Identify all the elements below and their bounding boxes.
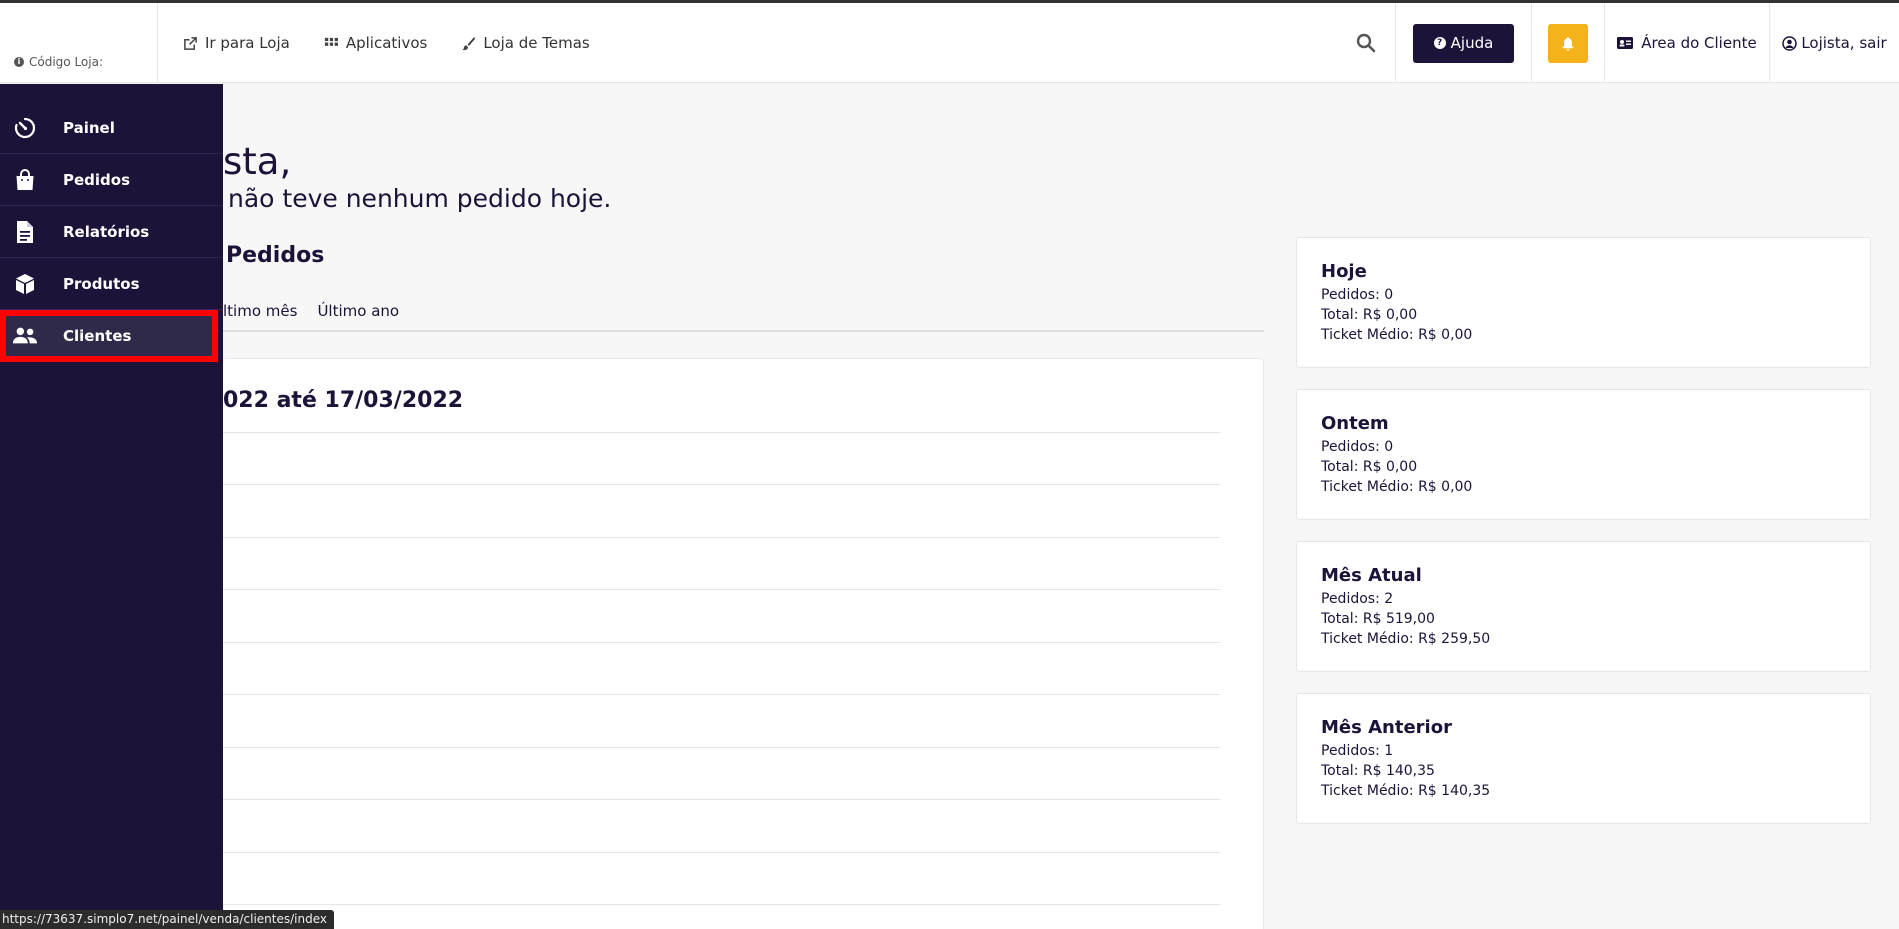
document-icon <box>12 219 38 245</box>
user-label: Lojista, sair <box>1801 34 1887 52</box>
sidebar: Painel Pedidos Relatórios Produtos Clien… <box>0 84 223 929</box>
link-label: Aplicativos <box>345 34 428 52</box>
period-filters: ltimo mês Último ano <box>223 302 1264 332</box>
notifications-container <box>1532 3 1605 83</box>
search-icon <box>1356 33 1375 53</box>
sidebar-item-pedidos[interactable]: Pedidos <box>0 154 223 206</box>
card-average-ticket: Ticket Médio: R$ 0,00 <box>1321 327 1473 343</box>
store-code: i Código Loja: <box>14 55 103 69</box>
card-orders: Pedidos: 0 <box>1321 439 1394 455</box>
sidebar-item-clientes[interactable]: Clientes <box>0 310 218 362</box>
sidebar-item-produtos[interactable]: Produtos <box>0 258 223 310</box>
grid-line <box>223 852 1220 853</box>
question-circle-icon: ? <box>1433 37 1446 49</box>
link-loja-de-temas[interactable]: Loja de Temas <box>461 34 590 52</box>
grid-icon <box>324 37 338 46</box>
link-status-bar: https://73637.simplo7.net/painel/venda/c… <box>0 910 334 929</box>
user-circle-icon <box>1782 35 1798 51</box>
help-label: Ajuda <box>1450 34 1494 52</box>
link-label: Loja de Temas <box>483 34 590 52</box>
greeting-subtitle: não teve nenhum pedido hoje. <box>228 184 612 213</box>
sidebar-item-label: Relatórios <box>63 222 150 241</box>
link-label: Ir para Loja <box>205 34 290 52</box>
sidebar-item-label: Produtos <box>63 274 140 293</box>
brush-icon <box>462 36 476 50</box>
link-aplicativos[interactable]: Aplicativos <box>324 34 427 52</box>
sidebar-item-label: Pedidos <box>63 170 131 189</box>
date-range: 022 até 17/03/2022 <box>223 388 464 413</box>
orders-chart-panel: 022 até 17/03/2022 <box>223 358 1264 929</box>
summary-card-ontem: Ontem Pedidos: 0 Total: R$ 0,00 Ticket M… <box>1296 389 1871 520</box>
card-title: Mês Anterior <box>1321 717 1452 738</box>
sidebar-item-painel[interactable]: Painel <box>0 102 223 154</box>
id-card-icon <box>1617 37 1634 49</box>
grid-line <box>223 799 1220 800</box>
card-orders: Pedidos: 2 <box>1321 591 1394 607</box>
greeting-heading: sta, <box>223 140 292 183</box>
summary-card-mes-atual: Mês Atual Pedidos: 2 Total: R$ 519,00 Ti… <box>1296 541 1871 672</box>
orders-section-title: Pedidos <box>226 243 325 268</box>
summary-card-hoje: Hoje Pedidos: 0 Total: R$ 0,00 Ticket Mé… <box>1296 237 1871 368</box>
help-container: ? Ajuda <box>1396 3 1532 83</box>
card-average-ticket: Ticket Médio: R$ 0,00 <box>1321 479 1473 495</box>
shopping-bag-icon <box>12 167 38 193</box>
grid-line <box>223 537 1220 538</box>
brand-area: i Código Loja: <box>0 3 158 83</box>
card-orders: Pedidos: 1 <box>1321 743 1394 759</box>
card-title: Ontem <box>1321 413 1389 434</box>
filter-last-month[interactable]: ltimo mês <box>223 302 297 330</box>
top-links: Ir para Loja Aplicativos Loja de Temas <box>183 3 590 83</box>
link-ir-para-loja[interactable]: Ir para Loja <box>183 34 290 52</box>
right-navigation: ? Ajuda Área do Cliente Lojista, sair <box>1336 3 1899 83</box>
help-button[interactable]: ? Ajuda <box>1413 23 1514 63</box>
user-logout-link[interactable]: Lojista, sair <box>1770 3 1899 83</box>
grid-line <box>223 432 1220 433</box>
filter-last-year[interactable]: Último ano <box>317 302 399 330</box>
bell-icon <box>1562 36 1574 51</box>
card-total: Total: R$ 519,00 <box>1321 611 1435 627</box>
card-average-ticket: Ticket Médio: R$ 140,35 <box>1321 783 1491 799</box>
card-title: Mês Atual <box>1321 565 1422 586</box>
search-button[interactable] <box>1336 3 1396 83</box>
notifications-button[interactable] <box>1548 23 1588 63</box>
summary-card-mes-anterior: Mês Anterior Pedidos: 1 Total: R$ 140,35… <box>1296 693 1871 824</box>
card-orders: Pedidos: 0 <box>1321 287 1394 303</box>
grid-line <box>223 747 1220 748</box>
card-total: Total: R$ 0,00 <box>1321 307 1418 323</box>
top-navigation-bar: i Código Loja: Ir para Loja Aplicativos … <box>0 3 1899 83</box>
sidebar-item-relatorios[interactable]: Relatórios <box>0 206 223 258</box>
grid-line <box>223 642 1220 643</box>
sidebar-item-label: Clientes <box>63 326 132 345</box>
card-title: Hoje <box>1321 261 1367 282</box>
grid-line <box>223 694 1220 695</box>
external-link-icon <box>184 36 197 50</box>
card-total: Total: R$ 140,35 <box>1321 763 1435 779</box>
client-area-label: Área do Cliente <box>1641 34 1757 52</box>
grid-line <box>223 484 1220 485</box>
sidebar-item-label: Painel <box>63 118 115 137</box>
grid-line <box>223 589 1220 590</box>
card-average-ticket: Ticket Médio: R$ 259,50 <box>1321 631 1491 647</box>
info-icon: i <box>14 57 24 67</box>
client-area-link[interactable]: Área do Cliente <box>1605 3 1770 83</box>
store-code-label: Código Loja: <box>29 55 103 69</box>
dashboard-icon <box>12 115 38 141</box>
box-icon <box>12 271 38 297</box>
card-total: Total: R$ 0,00 <box>1321 459 1418 475</box>
grid-line <box>223 904 1220 905</box>
users-icon <box>12 323 38 349</box>
